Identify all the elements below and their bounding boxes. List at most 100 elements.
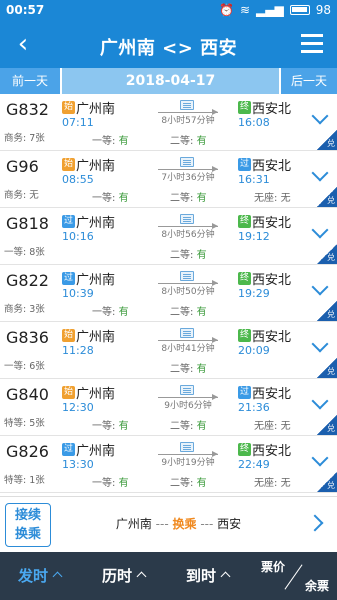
seat-second-class: 二等: 有	[170, 189, 207, 204]
train-row[interactable]: G836 一等: 6张 始广州南 11:28 8小时41分钟 二等: 有 终西安…	[0, 322, 337, 379]
seat-second-class: 二等: 有	[170, 303, 207, 318]
seat-standing: 无座: 无	[254, 474, 291, 489]
train-number: G840	[6, 385, 49, 404]
transfer-button[interactable]: 接续 换乘	[5, 503, 51, 547]
transfer-button-line2: 换乘	[14, 527, 41, 542]
sort-depart-label: 发时	[18, 567, 49, 585]
alarm-icon: ⏰	[219, 3, 234, 17]
origin-station: 始广州南	[62, 326, 115, 345]
sort-price-remaining-button[interactable]: 票价 余票	[259, 558, 329, 594]
expand-chevron-icon[interactable]	[311, 336, 331, 356]
seat-mid-2-label: 二等:	[170, 250, 194, 261]
end-tag: 终	[238, 101, 251, 114]
seat-second-class: 二等: 有	[170, 132, 207, 147]
transfer-button-line1: 接续	[14, 508, 41, 523]
ticket-card-icon	[180, 271, 194, 281]
via-tag: 过	[62, 443, 75, 456]
expand-chevron-icon[interactable]	[311, 108, 331, 128]
redeem-label: 兑	[327, 310, 335, 319]
seat-mid-2-value: 有	[196, 307, 207, 318]
expand-chevron-icon[interactable]	[311, 393, 331, 413]
arrive-time: 20:09	[238, 344, 270, 357]
expand-chevron-icon[interactable]	[311, 450, 331, 470]
transfer-route: 广州南 --- 换乘 --- 西安	[60, 515, 297, 532]
depart-time: 10:16	[62, 230, 94, 243]
dest-name: 西安北	[252, 387, 292, 402]
depart-time: 10:39	[62, 287, 94, 300]
seat-second-class: 二等: 有	[170, 246, 207, 261]
expand-chevron-icon[interactable]	[311, 165, 331, 185]
arrive-time: 21:36	[238, 401, 270, 414]
origin-station: 始广州南	[62, 383, 115, 402]
next-day-button[interactable]: 后一天	[281, 68, 337, 94]
duration: 7小时36分钟	[161, 173, 215, 183]
transfer-section[interactable]: 接续 换乘 广州南 --- 换乘 --- 西安	[0, 496, 337, 552]
end-tag: 终	[238, 329, 251, 342]
train-row[interactable]: G826 特等: 1张 过广州南 13:30 一等: 有 9小时19分钟 二等:…	[0, 436, 337, 493]
dest-station: 终西安北	[238, 269, 291, 288]
seat-mid-1: 一等: 有	[92, 303, 129, 318]
seat-standing-label: 无座:	[254, 193, 278, 204]
ticket-card-icon	[180, 100, 194, 110]
sort-up-icon	[220, 571, 231, 582]
seat-mid-1: 一等: 有	[92, 132, 129, 147]
dest-station: 终西安北	[238, 212, 291, 231]
origin-name: 广州南	[76, 330, 116, 345]
seat-first-class: 一等: 8张	[4, 247, 45, 258]
signal-icon: ▂▄▆	[256, 3, 284, 17]
origin-name: 广州南	[76, 387, 116, 402]
seat-standing: 无座: 无	[254, 417, 291, 432]
sort-arrive-button[interactable]: 到时	[186, 552, 231, 600]
divider	[284, 564, 303, 590]
via-tag: 过	[62, 215, 75, 228]
arrive-time: 22:49	[238, 458, 270, 471]
ticket-card-icon	[180, 442, 194, 452]
sort-depart-button[interactable]: 发时	[18, 552, 63, 600]
train-row[interactable]: G832 商务: 7张 始广州南 07:11 一等: 有 8小时57分钟 二等:…	[0, 94, 337, 151]
seat-standing-label: 无座:	[254, 478, 278, 489]
redeem-label: 兑	[327, 253, 335, 262]
transfer-via: 换乘	[172, 517, 197, 531]
expand-chevron-icon[interactable]	[311, 279, 331, 299]
expand-chevron-icon[interactable]	[311, 222, 331, 242]
depart-time: 07:11	[62, 116, 94, 129]
seat-first-class: 商务: 7张	[4, 133, 45, 144]
chevron-right-icon[interactable]	[309, 515, 325, 531]
seat-mid-2-label: 二等:	[170, 364, 194, 375]
transfer-dash: ---	[155, 517, 169, 531]
battery-level: 98	[315, 3, 331, 17]
seat-mid-1-value: 有	[118, 307, 129, 318]
end-tag: 终	[238, 272, 251, 285]
redeem-label: 兑	[327, 139, 335, 148]
seat-mid-2-label: 二等:	[170, 307, 194, 318]
transfer-dash: ---	[200, 517, 214, 531]
train-row[interactable]: G822 商务: 3张 过广州南 10:39 一等: 有 8小时50分钟 二等:…	[0, 265, 337, 322]
menu-icon[interactable]	[301, 34, 323, 54]
dest-station: 过西安北	[238, 155, 291, 174]
date-picker[interactable]: 2018-04-17	[62, 68, 279, 94]
origin-name: 广州南	[76, 159, 116, 174]
back-chevron-icon[interactable]: ‹	[10, 30, 36, 60]
train-row[interactable]: G818 一等: 8张 过广州南 10:16 8小时56分钟 二等: 有 终西安…	[0, 208, 337, 265]
origin-name: 广州南	[76, 444, 116, 459]
duration: 8小时50分钟	[161, 287, 215, 297]
wifi-icon: ≋	[239, 3, 251, 17]
prev-day-button[interactable]: 前一天	[0, 68, 60, 94]
start-tag: 始	[62, 158, 75, 171]
seat-mid-1: 一等: 有	[92, 417, 129, 432]
train-row[interactable]: G96 商务: 无 始广州南 08:55 一等: 有 7小时36分钟 二等: 有…	[0, 151, 337, 208]
origin-station: 过广州南	[62, 212, 115, 231]
start-tag: 始	[62, 329, 75, 342]
seat-mid-2-label: 二等:	[170, 136, 194, 147]
seat-mid-1: 一等: 有	[92, 189, 129, 204]
redeem-badge: 兑	[317, 301, 337, 321]
seat-mid-1-label: 一等:	[92, 478, 116, 489]
seat-mid-2-value: 有	[196, 421, 207, 432]
status-time: 00:57	[6, 3, 45, 17]
start-tag: 始	[62, 386, 75, 399]
sort-up-icon	[136, 571, 147, 582]
train-row[interactable]: G840 特等: 5张 始广州南 12:30 一等: 有 9小时6分钟 二等: …	[0, 379, 337, 436]
sort-duration-button[interactable]: 历时	[102, 552, 147, 600]
via-tag: 过	[238, 158, 251, 171]
sort-remaining-label: 余票	[304, 579, 329, 593]
